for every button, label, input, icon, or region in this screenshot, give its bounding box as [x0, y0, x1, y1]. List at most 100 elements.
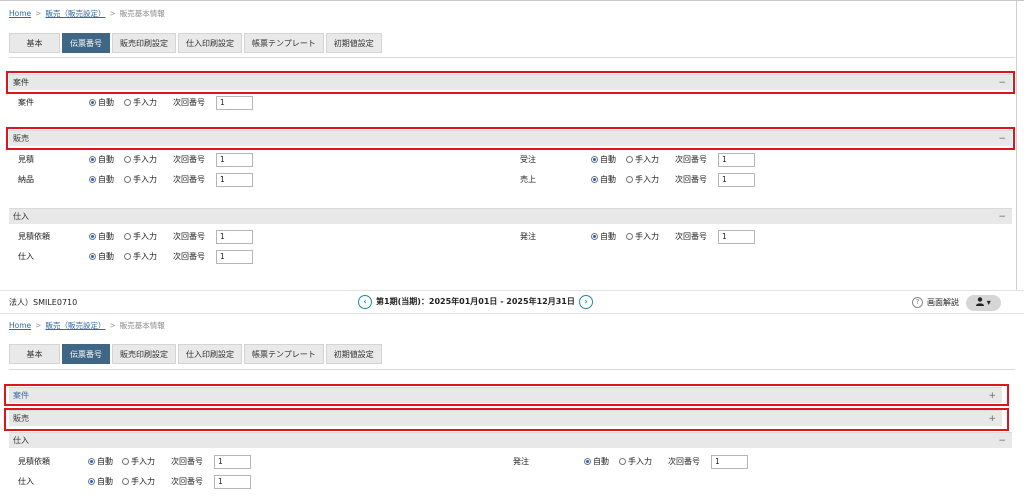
radio-auto[interactable] [89, 156, 96, 163]
radio-manual-label: 手入力 [133, 175, 157, 184]
radio-auto[interactable] [88, 478, 95, 485]
tab-purchase-print[interactable]: 仕入印刷設定 [178, 33, 242, 53]
radio-auto[interactable] [591, 176, 598, 183]
tab-default-values[interactable]: 初期値設定 [325, 344, 382, 364]
next-number-input[interactable]: 1 [718, 230, 755, 244]
tab-basic[interactable]: 基本 [9, 33, 60, 53]
radio-manual-label: 手入力 [133, 155, 157, 164]
next-period-icon[interactable]: › [579, 295, 593, 309]
field-label: 売上 [520, 175, 536, 184]
radio-auto[interactable] [591, 233, 598, 240]
highlight-box [4, 408, 1009, 431]
field-label: 仕入 [18, 477, 34, 486]
breadcrumb-home[interactable]: Home [9, 321, 31, 330]
radio-auto[interactable] [88, 458, 95, 465]
field-label: 見積 [18, 155, 34, 164]
breadcrumb-separator: > [109, 9, 116, 18]
tab-divider [9, 369, 1015, 370]
status-bar: 法人）SMILE0710 ‹ 第1期(当期)：2025年01月01日 - 202… [0, 290, 1024, 314]
tab-sales-print[interactable]: 販売印刷設定 [112, 33, 176, 53]
next-number-input[interactable]: 1 [711, 455, 748, 469]
next-number-label: 次回番号 [173, 155, 205, 164]
field-row-mitsumori: 見積 自動 手入力 次回番号 1 [18, 153, 318, 167]
next-number-input[interactable]: 1 [214, 455, 251, 469]
radio-manual[interactable] [124, 156, 131, 163]
radio-auto-label: 自動 [98, 155, 114, 164]
user-menu-button[interactable]: ▾ [966, 295, 1001, 311]
collapse-icon[interactable]: − [998, 209, 1006, 225]
next-number-input[interactable]: 1 [216, 230, 253, 244]
tab-form-template[interactable]: 帳票テンプレート [244, 33, 324, 53]
next-number-label: 次回番号 [675, 155, 707, 164]
section-header-shiire[interactable]: 仕入 − [9, 432, 1012, 448]
radio-auto[interactable] [89, 253, 96, 260]
tab-form-template[interactable]: 帳票テンプレート [244, 344, 324, 364]
tab-basic[interactable]: 基本 [9, 344, 60, 364]
help-label[interactable]: 画面解説 [927, 297, 959, 308]
next-number-label: 次回番号 [675, 232, 707, 241]
field-label: 発注 [520, 232, 536, 241]
radio-auto[interactable] [89, 176, 96, 183]
breadcrumb-home[interactable]: Home [9, 9, 31, 18]
tab-slip-number[interactable]: 伝票番号 [62, 344, 110, 364]
radio-auto[interactable] [584, 458, 591, 465]
field-row-anken: 案件 自動 手入力 次回番号 1 [18, 96, 318, 110]
radio-manual[interactable] [124, 176, 131, 183]
section-header-shiire[interactable]: 仕入 − [9, 208, 1012, 224]
next-number-label: 次回番号 [173, 252, 205, 261]
radio-manual[interactable] [124, 233, 131, 240]
help-icon[interactable]: ? [912, 297, 923, 308]
next-number-input[interactable]: 1 [214, 475, 251, 489]
next-number-input[interactable]: 1 [718, 173, 755, 187]
radio-manual[interactable] [124, 253, 131, 260]
tab-default-values[interactable]: 初期値設定 [325, 33, 382, 53]
next-number-label: 次回番号 [668, 457, 700, 466]
field-label: 納品 [18, 175, 34, 184]
radio-manual-label: 手入力 [133, 252, 157, 261]
radio-manual[interactable] [619, 458, 626, 465]
next-number-input[interactable]: 1 [216, 96, 253, 110]
tab-slip-number[interactable]: 伝票番号 [62, 33, 110, 53]
radio-auto[interactable] [89, 233, 96, 240]
radio-manual[interactable] [124, 99, 131, 106]
radio-manual-label: 手入力 [635, 175, 659, 184]
field-label: 発注 [513, 457, 529, 466]
panel-border [1016, 1, 1017, 291]
radio-manual[interactable] [122, 458, 129, 465]
breadcrumb-separator: > [35, 321, 42, 330]
next-number-label: 次回番号 [171, 477, 203, 486]
tab-sales-print[interactable]: 販売印刷設定 [112, 344, 176, 364]
radio-auto[interactable] [89, 99, 96, 106]
prev-period-icon[interactable]: ‹ [358, 295, 372, 309]
radio-manual[interactable] [626, 176, 633, 183]
field-label: 見積依頼 [18, 457, 50, 466]
radio-manual[interactable] [122, 478, 129, 485]
breadcrumb-parent[interactable]: 販売（販売設定） [45, 9, 105, 18]
radio-auto-label: 自動 [600, 155, 616, 164]
radio-auto-label: 自動 [98, 232, 114, 241]
radio-manual-label: 手入力 [635, 232, 659, 241]
field-row-shiire: 仕入 自動 手入力 次回番号 1 [18, 475, 318, 489]
radio-auto-label: 自動 [97, 477, 113, 486]
breadcrumb-separator: > [109, 321, 116, 330]
radio-manual[interactable] [626, 156, 633, 163]
field-row-mitsumori-irai: 見積依頼 自動 手入力 次回番号 1 [18, 230, 318, 244]
radio-manual-label: 手入力 [635, 155, 659, 164]
radio-auto[interactable] [591, 156, 598, 163]
next-number-input[interactable]: 1 [216, 153, 253, 167]
field-row-hacchu: 発注 自動 手入力 次回番号 1 [513, 455, 813, 469]
section-title: 仕入 [13, 436, 29, 445]
tab-purchase-print[interactable]: 仕入印刷設定 [178, 344, 242, 364]
radio-auto-label: 自動 [98, 98, 114, 107]
radio-manual[interactable] [626, 233, 633, 240]
next-number-input[interactable]: 1 [718, 153, 755, 167]
next-number-input[interactable]: 1 [216, 250, 253, 264]
breadcrumb-parent[interactable]: 販売（販売設定） [45, 321, 105, 330]
next-number-label: 次回番号 [171, 457, 203, 466]
next-number-input[interactable]: 1 [216, 173, 253, 187]
radio-manual-label: 手入力 [628, 457, 652, 466]
collapse-icon[interactable]: − [998, 433, 1006, 449]
radio-auto-label: 自動 [98, 175, 114, 184]
field-label: 受注 [520, 155, 536, 164]
field-label: 案件 [18, 98, 34, 107]
